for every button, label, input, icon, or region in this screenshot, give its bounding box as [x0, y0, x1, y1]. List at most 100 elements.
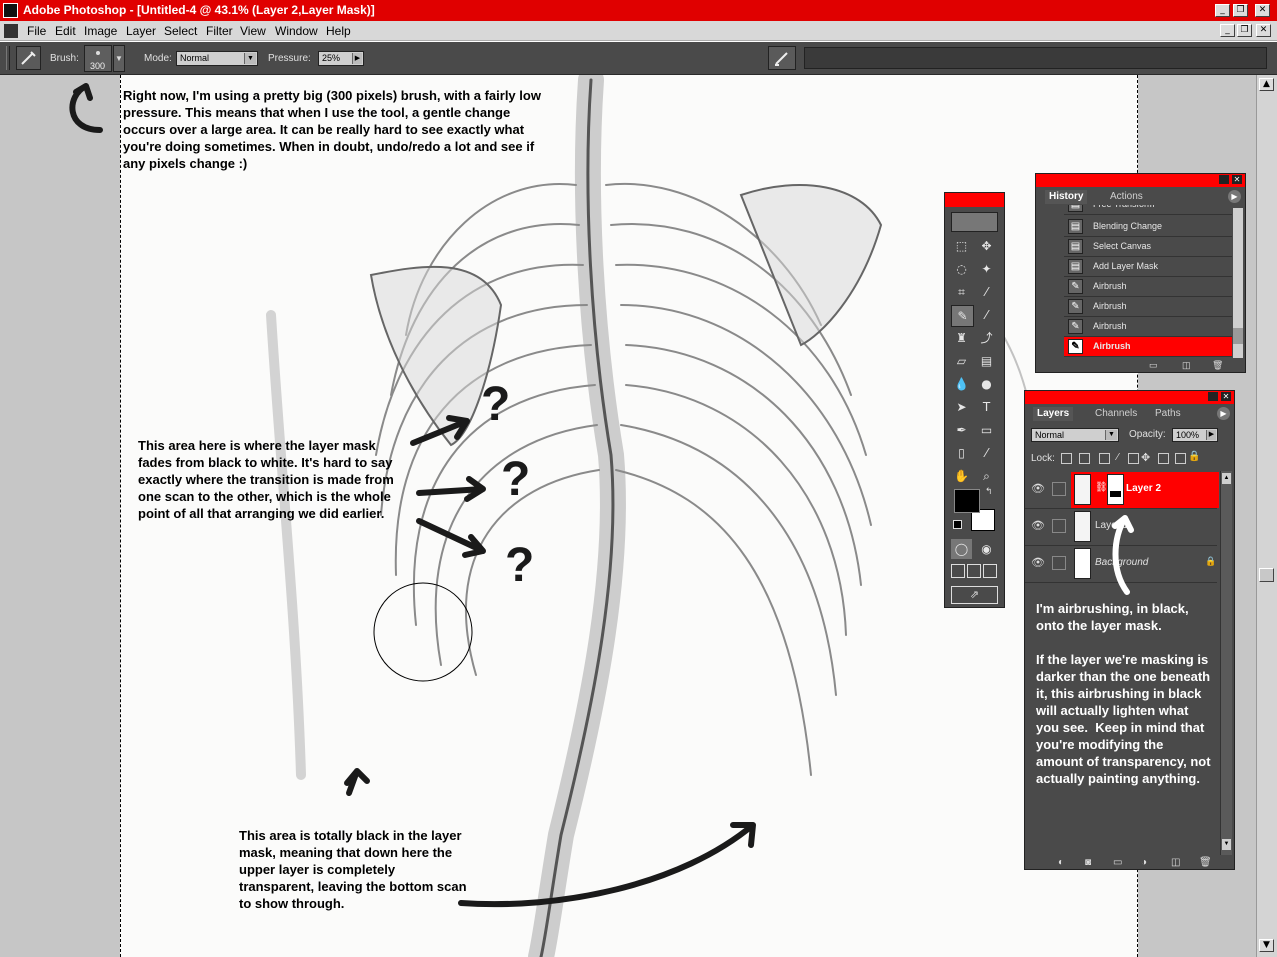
chain-link-icon[interactable]: ⛓	[1095, 482, 1108, 493]
eye-icon[interactable]: 👁	[1031, 556, 1045, 569]
history-brush-tool-icon[interactable]: ⤴	[976, 328, 997, 348]
add-mask-icon[interactable]: ◙	[1085, 857, 1091, 868]
history-item[interactable]: ✎ Airbrush	[1064, 277, 1232, 297]
history-minimize-icon[interactable]	[1219, 175, 1229, 184]
close-button[interactable]: ✕	[1255, 4, 1270, 17]
tab-channels[interactable]: Channels	[1091, 407, 1141, 421]
doc-restore-button[interactable]: ❐	[1237, 24, 1252, 37]
lock-transparency-checkbox[interactable]	[1061, 453, 1072, 464]
lock-image-checkbox[interactable]	[1079, 453, 1090, 464]
blend-mode-select[interactable]: Normal ▼	[1031, 428, 1119, 442]
magic-wand-tool-icon[interactable]: ✦	[976, 259, 997, 279]
menu-filter[interactable]: Filter	[206, 24, 233, 38]
pressure-field[interactable]: 25% ▶	[318, 51, 364, 66]
menu-layer[interactable]: Layer	[126, 24, 156, 38]
history-close-icon[interactable]: ✕	[1232, 175, 1242, 184]
notes-tool-icon[interactable]: ▯	[951, 443, 972, 463]
menu-file[interactable]: File	[27, 24, 46, 38]
scroll-thumb[interactable]	[1259, 568, 1274, 582]
layer-link-icon[interactable]	[1052, 556, 1066, 570]
doc-close-button[interactable]: ✕	[1256, 24, 1271, 37]
foreground-color-swatch[interactable]	[954, 489, 980, 513]
history-palette-titlebar[interactable]: ✕	[1036, 174, 1245, 187]
history-item[interactable]: ✎ Airbrush	[1064, 297, 1232, 317]
options-grip[interactable]	[6, 46, 10, 70]
delete-layer-icon[interactable]: 🗑	[1199, 857, 1212, 868]
lock-move-checkbox[interactable]	[1128, 453, 1139, 464]
toolbox-titlebar[interactable]	[945, 193, 1004, 207]
restore-button[interactable]: ❐	[1233, 4, 1248, 17]
layers-palette-titlebar[interactable]: ✕	[1025, 391, 1234, 404]
history-item[interactable]: ▤ Select Canvas	[1064, 237, 1232, 257]
layer-link-icon[interactable]	[1052, 519, 1066, 533]
layers-scroll-up-icon[interactable]: ▲	[1222, 473, 1231, 484]
screen-mode-full-icon[interactable]	[983, 564, 997, 578]
mode-select[interactable]: Normal ▼	[176, 51, 258, 66]
minimize-button[interactable]: _	[1215, 4, 1230, 17]
crop-tool-icon[interactable]: ⌗	[951, 282, 972, 302]
eraser-tool-icon[interactable]: ▱	[951, 351, 972, 371]
blur-tool-icon[interactable]: 💧	[951, 374, 972, 394]
tab-paths[interactable]: Paths	[1151, 407, 1185, 421]
menu-window[interactable]: Window	[275, 24, 318, 38]
vertical-scrollbar[interactable]: ▲ ▼	[1256, 75, 1277, 957]
lock-all-checkbox-2[interactable]	[1175, 453, 1186, 464]
layer-2-mask-thumbnail[interactable]	[1107, 474, 1124, 505]
layer-style-icon[interactable]: ◐	[1058, 857, 1064, 868]
brush-preview[interactable]: 300	[84, 45, 112, 72]
layers-scroll-down-icon[interactable]: ▼	[1222, 839, 1231, 850]
menu-select[interactable]: Select	[164, 24, 197, 38]
standard-mode-icon[interactable]: ◯	[951, 539, 972, 559]
quick-mask-mode-icon[interactable]: ◉	[976, 539, 997, 559]
new-layer-icon[interactable]: ◫	[1171, 857, 1180, 868]
history-trash-icon[interactable]: 🗑	[1212, 360, 1223, 371]
layer-mask-link-icon[interactable]	[1052, 482, 1066, 496]
lasso-tool-icon[interactable]: ◌	[951, 259, 972, 279]
history-item[interactable]: ▤ Blending Change	[1064, 217, 1232, 237]
lock-position-checkbox[interactable]	[1099, 453, 1110, 464]
swap-colors-icon[interactable]: ↰	[985, 486, 993, 497]
document-icon[interactable]	[4, 24, 18, 38]
menu-edit[interactable]: Edit	[55, 24, 76, 38]
tab-history[interactable]: History	[1045, 190, 1088, 204]
airbrush-tool-icon[interactable]: ✎	[951, 305, 974, 327]
layers-close-icon[interactable]: ✕	[1221, 392, 1231, 401]
brush-dynamics-button[interactable]	[768, 46, 796, 70]
tab-actions[interactable]: Actions	[1106, 190, 1147, 204]
eyedropper-tool-icon[interactable]: ⁄	[976, 443, 997, 463]
doc-minimize-button[interactable]: _	[1220, 24, 1235, 37]
menu-help[interactable]: Help	[326, 24, 351, 38]
eye-icon[interactable]: 👁	[1031, 519, 1045, 532]
opacity-field[interactable]: 100% ▶	[1172, 428, 1218, 442]
adobe-online-icon[interactable]	[951, 212, 998, 232]
adjustment-layer-icon[interactable]: ◑	[1141, 857, 1147, 868]
history-menu-arrow-icon[interactable]: ▶	[1228, 190, 1241, 203]
history-item[interactable]: ✎ Airbrush	[1064, 317, 1232, 337]
screen-mode-standard-icon[interactable]	[951, 564, 965, 578]
jump-to-imageready-icon[interactable]: ⇗	[951, 586, 998, 604]
menu-view[interactable]: View	[240, 24, 266, 38]
scroll-up-arrow-icon[interactable]: ▲	[1259, 78, 1274, 91]
move-tool-icon[interactable]: ✥	[976, 236, 997, 256]
history-item[interactable]: ▤ Add Layer Mask	[1064, 257, 1232, 277]
brush-tool-icon[interactable]: ⁄	[976, 305, 997, 325]
pen-tool-icon[interactable]: ✒	[951, 420, 972, 440]
gradient-tool-icon[interactable]: ▤	[976, 351, 997, 371]
history-scroll-thumb[interactable]	[1233, 328, 1243, 344]
type-tool-icon[interactable]: T	[976, 397, 997, 417]
lock-all-checkbox[interactable]	[1158, 453, 1169, 464]
shape-tool-icon[interactable]: ▭	[976, 420, 997, 440]
new-snapshot-icon[interactable]: ◫	[1182, 360, 1191, 371]
new-document-from-state-icon[interactable]: ▭	[1149, 360, 1158, 371]
marquee-tool-icon[interactable]: ⬚	[951, 236, 972, 256]
palette-well[interactable]	[804, 47, 1267, 69]
history-scrollbar[interactable]	[1233, 208, 1243, 358]
history-item[interactable]: ▤Free Transform	[1064, 205, 1232, 215]
layers-minimize-icon[interactable]	[1208, 392, 1218, 401]
brush-dropdown-arrow-icon[interactable]: ▼	[113, 45, 125, 72]
slice-tool-icon[interactable]: ⁄	[976, 282, 997, 302]
layers-menu-arrow-icon[interactable]: ▶	[1217, 407, 1230, 420]
path-selection-tool-icon[interactable]: ➤	[951, 397, 972, 417]
screen-mode-full-menu-icon[interactable]	[967, 564, 981, 578]
hand-tool-icon[interactable]: ✋	[951, 466, 972, 486]
